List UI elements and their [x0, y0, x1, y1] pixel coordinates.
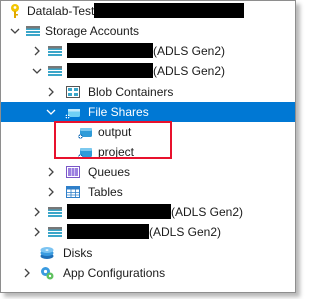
tree-item-label: Queues [88, 165, 131, 179]
tree-item-storage-account[interactable]: (ADLS Gen2) [1, 222, 295, 242]
storage-account-icon [47, 224, 63, 240]
chevron-right-icon[interactable] [45, 162, 57, 182]
tree-item-queues[interactable]: Queues [1, 162, 295, 182]
chevron-down-icon[interactable] [45, 102, 57, 122]
redacted-block [67, 43, 153, 59]
redacted-block [67, 224, 149, 240]
chevron-right-icon[interactable] [45, 82, 57, 102]
explorer-panel: Datalab-Test Storage Accounts (ADLS Gen2… [0, 0, 296, 293]
redacted-block [94, 3, 245, 19]
chevron-down-icon[interactable] [9, 21, 21, 41]
chevron-right-icon[interactable] [31, 202, 43, 222]
storage-account-icon [47, 204, 63, 220]
chevron-right-icon[interactable] [31, 41, 43, 61]
tree-item-label: File Shares [88, 105, 149, 119]
chevron-right-icon[interactable] [45, 182, 57, 202]
tree-item-label: Blob Containers [88, 85, 174, 99]
tree-item-subscription[interactable]: Datalab-Test [1, 1, 295, 21]
tree-item-label: Disks [63, 246, 93, 260]
tree-item-storage-account[interactable]: (ADLS Gen2) [1, 202, 295, 222]
tree-item-label: Datalab-Test [27, 1, 245, 21]
tree-item-label: (ADLS Gen2) [67, 222, 221, 242]
redacted-block [67, 204, 171, 220]
redacted-block [67, 63, 153, 79]
app-configurations-icon [39, 265, 55, 281]
tree-item-storage-accounts[interactable]: Storage Accounts [1, 21, 295, 41]
chevron-right-icon[interactable] [31, 222, 43, 242]
file-shares-icon [65, 104, 81, 120]
queues-icon [65, 164, 81, 180]
chevron-down-icon[interactable] [31, 61, 43, 81]
tree-item-app-configurations[interactable]: App Configurations [1, 263, 295, 283]
tree-item-label: Tables [88, 185, 123, 199]
storage-account-icon [47, 63, 63, 79]
storage-accounts-icon [25, 23, 41, 39]
storage-account-icon [47, 43, 63, 59]
tree-item-label: (ADLS Gen2) [67, 61, 225, 81]
disks-icon [39, 245, 55, 261]
blob-containers-icon [65, 84, 81, 100]
tables-icon [65, 184, 81, 200]
key-icon [7, 3, 23, 19]
tree-item-storage-account[interactable]: (ADLS Gen2) [1, 41, 295, 61]
tree-item-storage-account[interactable]: (ADLS Gen2) [1, 61, 295, 81]
tree-item-tables[interactable]: Tables [1, 182, 295, 202]
tree-item-blob-containers[interactable]: Blob Containers [1, 82, 295, 102]
tree-item-label: (ADLS Gen2) [67, 202, 243, 222]
tree-item-disks[interactable]: Disks [1, 243, 295, 263]
chevron-right-icon[interactable] [21, 263, 33, 283]
highlight-box [54, 121, 172, 159]
tree-item-file-shares[interactable]: File Shares [1, 102, 295, 122]
tree-item-label: App Configurations [63, 266, 166, 280]
tree-item-label: (ADLS Gen2) [67, 41, 225, 61]
tree-item-label: Storage Accounts [45, 24, 140, 38]
